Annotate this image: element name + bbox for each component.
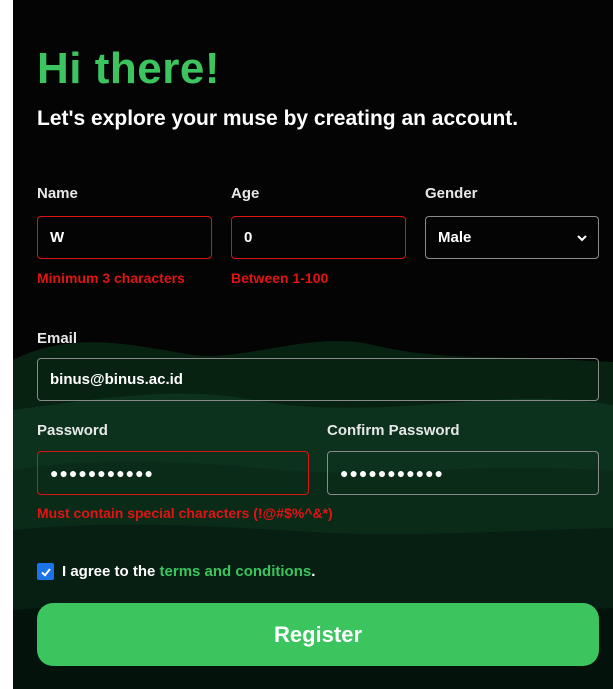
- agree-text-prefix: I agree to the: [62, 563, 160, 580]
- confirm-password-label: Confirm Password: [327, 422, 460, 439]
- register-panel: Hi there! Let's explore your muse by cre…: [13, 0, 613, 689]
- age-field[interactable]: [231, 216, 406, 259]
- name-field[interactable]: [37, 216, 212, 259]
- gender-selected-value: Male: [438, 229, 472, 246]
- chevron-down-icon: [577, 234, 587, 241]
- age-label: Age: [231, 185, 260, 202]
- agree-text-suffix: .: [311, 563, 316, 580]
- page-subtitle: Let's explore your muse by creating an a…: [37, 107, 519, 130]
- password-label: Password: [37, 422, 108, 439]
- terms-link[interactable]: terms and conditions: [160, 563, 312, 580]
- password-field[interactable]: [37, 451, 309, 495]
- name-error: Minimum 3 characters: [37, 270, 185, 286]
- checkmark-icon: [40, 567, 51, 577]
- agree-checkbox[interactable]: [37, 563, 54, 580]
- terms-agreement: I agree to the terms and conditions .: [37, 563, 315, 580]
- confirm-password-field[interactable]: [327, 451, 599, 495]
- email-label: Email: [37, 330, 78, 347]
- page-title: Hi there!: [37, 44, 220, 93]
- name-label: Name: [37, 185, 78, 202]
- email-field[interactable]: [37, 358, 599, 401]
- age-error: Between 1-100: [231, 270, 329, 286]
- gender-label: Gender: [425, 185, 478, 202]
- gender-select[interactable]: Male: [425, 216, 599, 259]
- password-error: Must contain special characters (!@#$%^&…: [37, 505, 333, 521]
- register-button[interactable]: Register: [37, 603, 599, 666]
